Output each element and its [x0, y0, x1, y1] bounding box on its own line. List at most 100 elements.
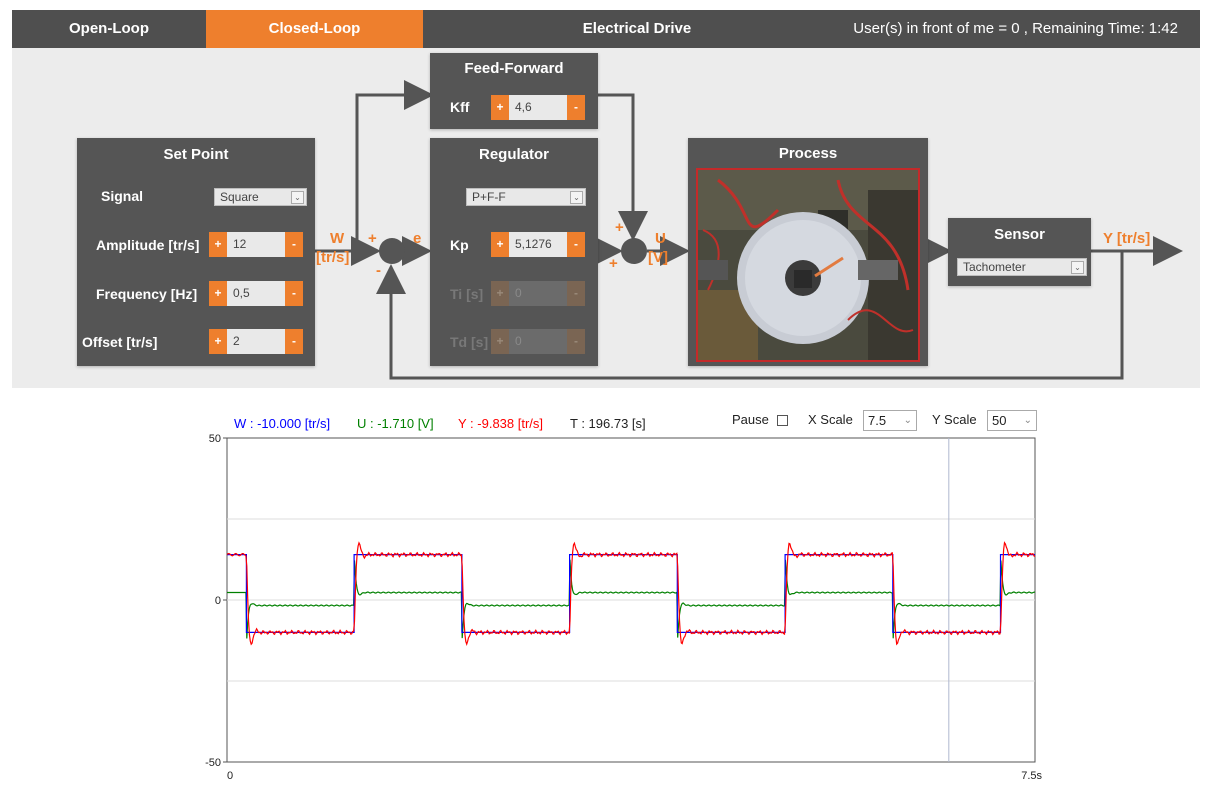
kp-plus-button[interactable]: +: [491, 232, 509, 257]
td-input[interactable]: 0: [509, 329, 567, 354]
signal-label: Signal: [101, 188, 144, 204]
w-readout-text: W : -10.000 [tr/s]: [234, 416, 331, 431]
plot-frame: [226, 437, 1036, 763]
offset-label: Offset [tr/s]: [82, 334, 158, 350]
process-title: Process: [778, 145, 838, 162]
error-signal-label: e: [413, 230, 422, 247]
td-label: Td [s]: [450, 334, 489, 350]
chevron-down-icon: ⌄: [1023, 415, 1032, 426]
ti-minus-button[interactable]: -: [567, 281, 585, 306]
w-signal-label: W: [330, 230, 345, 247]
sensor-block: Sensor Tachometer ⌄: [948, 218, 1091, 286]
chevron-down-icon: ⌄: [570, 191, 583, 204]
xscale-label: X Scale: [808, 412, 853, 427]
kp-label: Kp: [450, 237, 469, 253]
offset-stepper: + 2 -: [209, 329, 303, 354]
x-tick-label: 7.5s: [1021, 770, 1042, 782]
yscale-value: 50: [992, 413, 1007, 428]
td-minus-button[interactable]: -: [567, 329, 585, 354]
time-readout-text: T : 196.73 [s]: [570, 416, 646, 431]
td-plus-button[interactable]: +: [491, 329, 509, 354]
amplitude-stepper: + 12 -: [209, 232, 303, 257]
amplitude-minus-button[interactable]: -: [285, 232, 303, 257]
feedforward-block: Feed-Forward Kff + 4,6 -: [430, 53, 598, 129]
x-tick-label: 0: [227, 770, 233, 782]
sensor-title: Sensor: [994, 226, 1045, 243]
offset-plus-button[interactable]: +: [209, 329, 227, 354]
regulator-type-value: P+F-F: [472, 190, 506, 204]
xscale-select[interactable]: 7.5 ⌄: [863, 410, 917, 431]
process-block: Process: [688, 138, 928, 366]
kff-minus-button[interactable]: -: [567, 95, 585, 120]
frequency-minus-button[interactable]: -: [285, 281, 303, 306]
time-readout: T : 196.73 [s]: [570, 416, 646, 431]
pause-checkbox[interactable]: [777, 415, 788, 426]
y-signal-label: Y [tr/s]: [1103, 230, 1151, 247]
top-nav-bar: Open-Loop Closed-Loop Electrical Drive U…: [12, 10, 1200, 48]
feedforward-title: Feed-Forward: [464, 60, 564, 77]
setpoint-block: Set Point Signal Square ⌄ Amplitude [tr/…: [77, 138, 315, 366]
y-readout-text: Y : -9.838 [tr/s]: [458, 416, 544, 431]
u-signal-label: U: [655, 230, 666, 247]
amplitude-input[interactable]: 12: [227, 232, 285, 257]
sensor-type-value: Tachometer: [963, 260, 1026, 274]
y-tick-label: -50: [205, 757, 221, 769]
chevron-down-icon: ⌄: [291, 191, 304, 204]
tab-open-loop[interactable]: Open-Loop: [12, 10, 206, 48]
series-line-y: [226, 541, 1036, 646]
kp-input[interactable]: 5,1276: [509, 232, 567, 257]
sensor-type-select[interactable]: Tachometer ⌄: [957, 258, 1087, 276]
motor-webcam-image: [698, 170, 918, 360]
kff-plus-button[interactable]: +: [491, 95, 509, 120]
offset-minus-button[interactable]: -: [285, 329, 303, 354]
w-signal-unit: [tr/s]: [316, 249, 350, 266]
regulator-title: Regulator: [478, 146, 549, 163]
regulator-type-select[interactable]: P+F-F ⌄: [466, 188, 586, 206]
kp-minus-button[interactable]: -: [567, 232, 585, 257]
chevron-down-icon: ⌄: [903, 415, 912, 426]
queue-status: User(s) in front of me = 0 , Remaining T…: [853, 20, 1178, 37]
sum1-minus-sign: -: [376, 262, 381, 279]
u-signal-unit: [V]: [648, 249, 668, 266]
frequency-input[interactable]: 0,5: [227, 281, 285, 306]
regulator-block: Regulator P+F-F ⌄ Kp + 5,1276 - Ti [s] +…: [430, 138, 598, 366]
chevron-down-icon: ⌄: [1071, 261, 1084, 274]
u-readout: U : -1.710 [V]: [357, 416, 434, 431]
block-diagram: Set Point Signal Square ⌄ Amplitude [tr/…: [12, 48, 1200, 388]
sum-node-command: [621, 238, 647, 264]
frequency-plus-button[interactable]: +: [209, 281, 227, 306]
kp-stepper: + 5,1276 -: [491, 232, 585, 257]
w-readout: W : -10.000 [tr/s]: [234, 416, 330, 431]
ti-plus-button[interactable]: +: [491, 281, 509, 306]
offset-input[interactable]: 2: [227, 329, 285, 354]
yscale-select[interactable]: 50 ⌄: [987, 410, 1037, 431]
xscale-value: 7.5: [868, 413, 887, 428]
pause-label: Pause: [732, 412, 769, 427]
y-tick-label: 0: [215, 595, 221, 607]
kff-stepper: + 4,6 -: [491, 95, 585, 120]
yscale-label: Y Scale: [932, 412, 977, 427]
y-readout: Y : -9.838 [tr/s]: [458, 416, 543, 431]
series-line-u: [227, 559, 1036, 639]
tab-closed-loop[interactable]: Closed-Loop: [206, 10, 423, 48]
kff-label: Kff: [450, 99, 470, 115]
series-line-w: [227, 553, 1035, 634]
sum2-left-plus-sign: +: [609, 255, 618, 272]
sum1-plus-sign: +: [368, 230, 377, 247]
signal-select-value: Square: [220, 190, 259, 204]
page-title: Electrical Drive: [582, 20, 692, 37]
kff-input[interactable]: 4,6: [509, 95, 567, 120]
sum-node-error: [379, 238, 405, 264]
amplitude-label: Amplitude [tr/s]: [96, 237, 200, 253]
y-tick-label: 50: [209, 433, 221, 445]
amplitude-plus-button[interactable]: +: [209, 232, 227, 257]
u-readout-text: U : -1.710 [V]: [357, 416, 434, 431]
sum2-top-plus-sign: +: [615, 219, 624, 236]
setpoint-title: Set Point: [163, 146, 229, 163]
frequency-stepper: + 0,5 -: [209, 281, 303, 306]
process-camera-feed: [696, 168, 920, 362]
ti-stepper: + 0 -: [491, 281, 585, 306]
ti-input[interactable]: 0: [509, 281, 567, 306]
frequency-label: Frequency [Hz]: [96, 286, 198, 302]
signal-select[interactable]: Square ⌄: [214, 188, 307, 206]
